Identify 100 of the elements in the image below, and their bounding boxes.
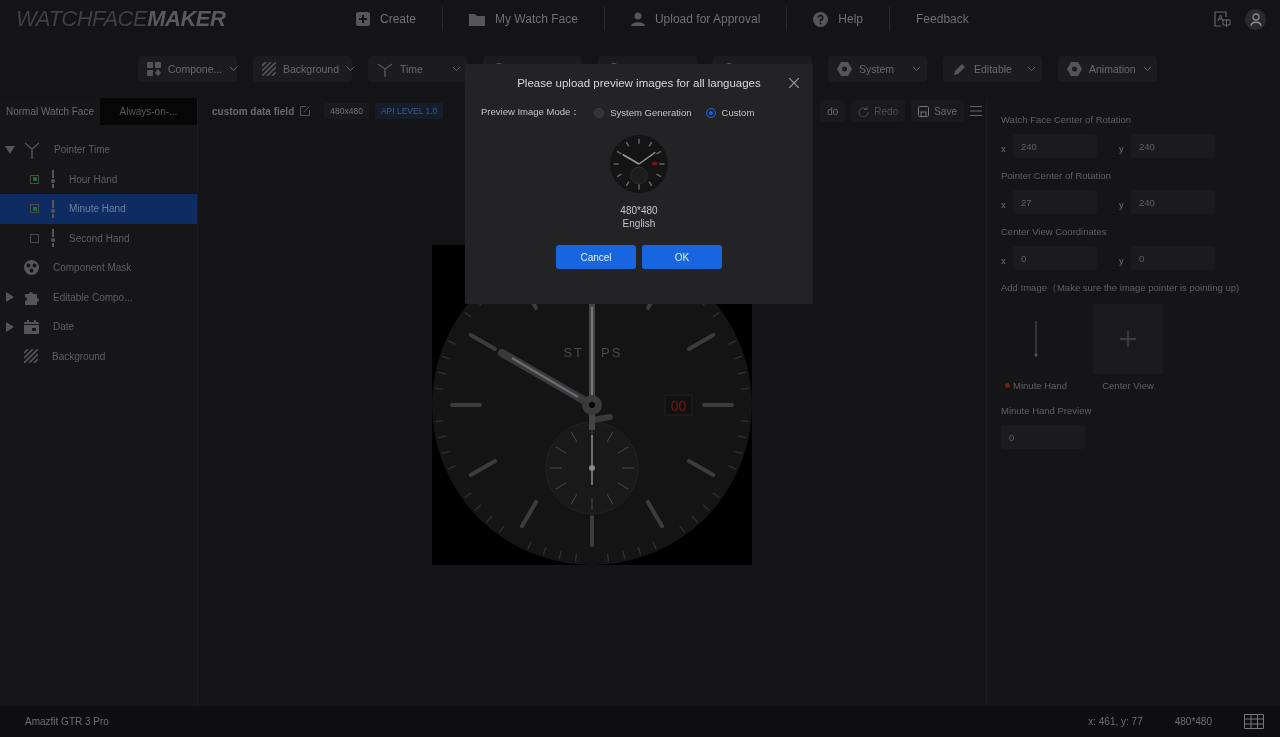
property-label: Minute Hand Preview — [1001, 405, 1093, 416]
value-display: 00 — [670, 398, 687, 414]
hexagon-icon — [1067, 62, 1082, 76]
ok-button[interactable]: OK — [642, 245, 722, 269]
checkbox[interactable] — [30, 204, 39, 214]
image-label: Center View — [1102, 380, 1154, 391]
x-label: x — [1001, 253, 1007, 266]
layer-item[interactable]: Minute Hand — [0, 194, 197, 224]
menu-icon[interactable] — [970, 106, 982, 116]
grid-icon[interactable] — [1244, 714, 1264, 729]
radio-option[interactable]: System Generation — [594, 107, 692, 118]
x-label: x — [1001, 141, 1007, 154]
undo-button[interactable]: do — [820, 100, 846, 122]
device-name: Amazfit GTR 3 Pro — [25, 716, 109, 727]
caret-right-icon[interactable] — [6, 321, 14, 332]
chevron-down-icon — [452, 66, 461, 72]
project-title: custom data field — [212, 105, 295, 117]
checkbox[interactable] — [30, 174, 39, 184]
chevron-down-icon — [1027, 66, 1036, 72]
nav-link[interactable]: My Watch Face — [469, 12, 578, 26]
cancel-button[interactable]: Cancel — [556, 245, 636, 269]
edit-icon[interactable] — [300, 106, 311, 116]
x-input[interactable]: 0 — [1013, 246, 1097, 270]
radio-icon[interactable] — [594, 107, 605, 118]
redo-icon — [858, 105, 870, 117]
y-input[interactable]: 0 — [1131, 246, 1215, 270]
grid-icon — [147, 62, 161, 76]
layer-item[interactable]: Background — [0, 341, 197, 371]
layer-item[interactable]: Component Mask — [0, 253, 197, 283]
mode-tab[interactable]: Always-on-... — [100, 98, 197, 125]
layer-item[interactable]: Second Hand — [0, 223, 197, 253]
x-input[interactable]: 240 — [1013, 134, 1097, 158]
preview-input[interactable]: 0 — [1001, 425, 1085, 449]
toolbar-dropdown[interactable]: Time — [368, 56, 467, 82]
avatar-icon[interactable] — [1245, 8, 1266, 30]
clock-hands-icon — [377, 61, 393, 77]
api-level-badge: API LEVEL 1.0 — [374, 103, 444, 119]
plus-icon — [1120, 331, 1136, 347]
plus-icon — [356, 12, 370, 26]
layer-item[interactable]: Pointer Time — [0, 135, 197, 165]
toolbar-dropdown[interactable]: Animation — [1058, 56, 1157, 82]
preview-language: English — [622, 218, 656, 229]
save-button[interactable]: Save — [911, 100, 964, 122]
mask-icon — [24, 260, 39, 276]
cursor-coordinates: x: 461, y: 77 — [1088, 716, 1143, 727]
close-icon[interactable] — [789, 78, 799, 88]
dialog-title: Please upload preview images for all languages — [517, 77, 761, 89]
mode-tab[interactable]: Normal Watch Face — [0, 98, 100, 125]
nav-link[interactable]: Help — [813, 11, 864, 27]
toolbar-dropdown[interactable]: Compone... — [138, 56, 237, 82]
translate-icon[interactable] — [1214, 10, 1231, 28]
property-label: Add Image（Make sure the image pointer is pointing up) — [1001, 282, 1241, 295]
save-icon — [918, 105, 930, 117]
radio-option[interactable]: Custom — [705, 107, 755, 118]
preview-size: 480*480 — [620, 205, 658, 216]
watch-hand-icon — [51, 199, 55, 218]
x-label: x — [1001, 197, 1007, 210]
size-badge: 480x480 — [324, 103, 369, 119]
checkbox[interactable] — [30, 233, 39, 243]
puzzle-icon — [24, 289, 39, 305]
nav-link[interactable]: Upload for Approval — [630, 12, 761, 26]
y-label: y — [1119, 141, 1125, 154]
calendar-icon — [24, 319, 39, 334]
caret-right-icon[interactable] — [6, 292, 14, 303]
clock-hands-icon — [24, 140, 40, 159]
chevron-down-icon — [1142, 66, 1152, 72]
image-label: Minute Hand — [1013, 380, 1067, 391]
layer-item[interactable]: Date — [0, 312, 197, 342]
radio-icon[interactable] — [705, 107, 716, 118]
chevron-down-icon — [229, 66, 239, 72]
mode-label: Preview Image Mode： — [481, 106, 581, 119]
stripes-icon — [24, 349, 38, 364]
pencil-icon — [952, 61, 967, 77]
nav-link[interactable]: Create — [356, 12, 417, 26]
y-input[interactable]: 240 — [1131, 134, 1215, 158]
help-icon — [813, 11, 829, 27]
property-label: Center View Coordinates — [1001, 226, 1108, 237]
watch-preview-drawing[interactable] — [610, 135, 668, 193]
x-input[interactable]: 27 — [1013, 190, 1097, 214]
layer-item[interactable]: Hour Hand — [0, 164, 197, 194]
property-label: Pointer Center of Rotation — [1001, 170, 1112, 181]
toolbar-dropdown[interactable]: Background — [253, 56, 352, 82]
stripes-icon — [262, 62, 276, 76]
y-label: y — [1119, 253, 1125, 266]
nav-link[interactable]: Feedback — [916, 12, 969, 26]
person-icon — [630, 12, 645, 26]
y-input[interactable]: 240 — [1131, 190, 1215, 214]
canvas-size: 480*480 — [1174, 716, 1212, 727]
toolbar-dropdown[interactable]: System — [828, 56, 927, 82]
folder-icon — [469, 12, 486, 26]
property-label: Watch Face Center of Rotation — [1001, 114, 1133, 125]
toolbar-dropdown[interactable]: Editable — [943, 56, 1042, 82]
watch-hand-icon — [51, 170, 55, 189]
hexagon-icon — [837, 62, 852, 76]
chevron-down-icon — [912, 66, 921, 72]
y-label: y — [1119, 197, 1125, 210]
caret-down-icon[interactable] — [5, 145, 15, 154]
layer-item[interactable]: Editable Compo... — [0, 282, 197, 312]
watch-hand-icon — [51, 229, 55, 248]
chevron-down-icon — [346, 66, 356, 72]
